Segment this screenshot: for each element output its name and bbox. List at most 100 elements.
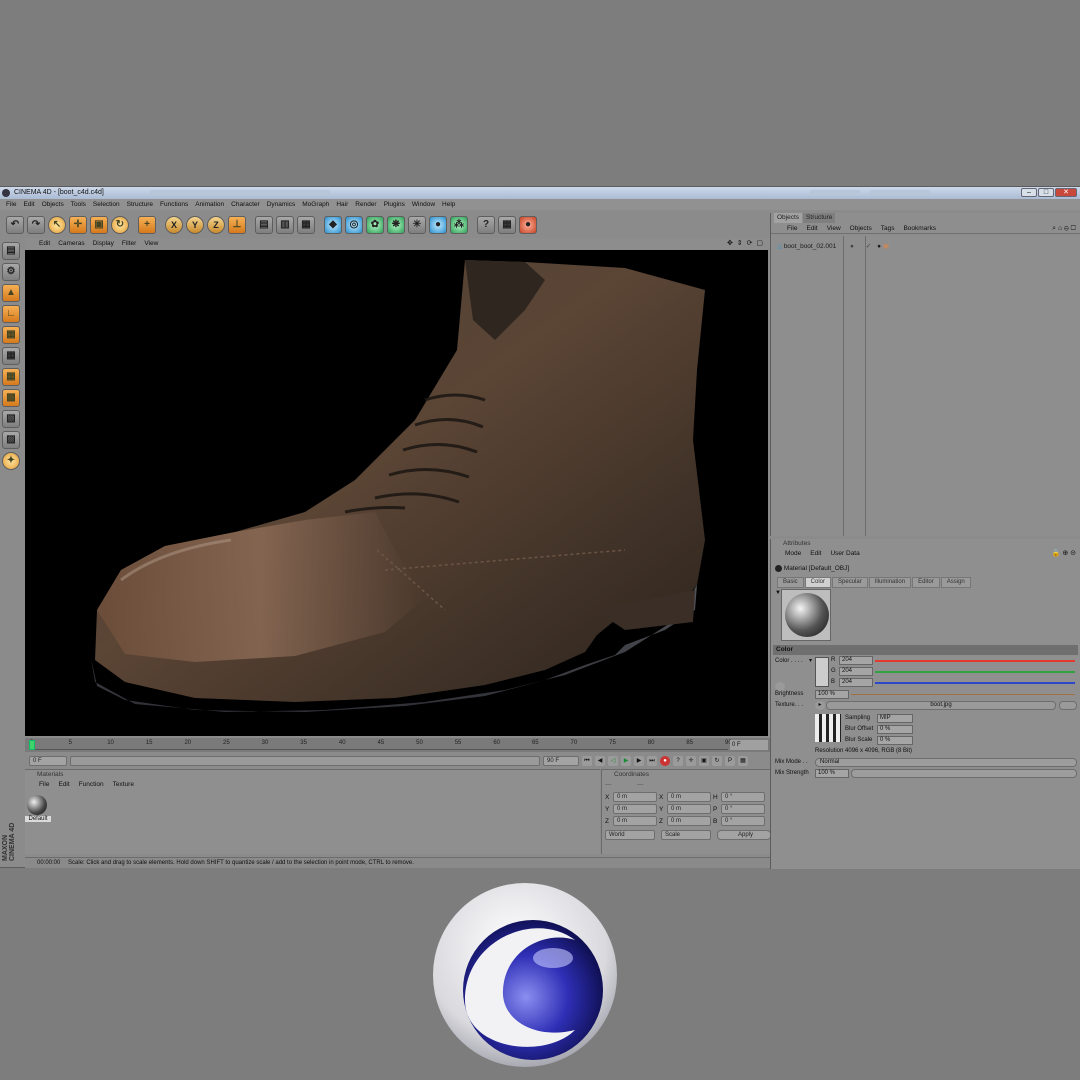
undo-icon[interactable]: ↶ [6,216,24,234]
menu-plugins[interactable]: Plugins [384,199,405,210]
brightness-field[interactable]: 100 % [815,690,849,699]
close-button[interactable]: ✕ [1055,188,1077,197]
preview-dropdown-icon[interactable]: ▼ [775,590,781,596]
sampling-dropdown[interactable]: MIP [877,714,913,723]
menu-mograph[interactable]: MoGraph [302,199,329,210]
rotation-h-field[interactable]: 0 ° [721,792,765,802]
green-field[interactable]: 204 [839,667,873,676]
menu-character[interactable]: Character [231,199,260,210]
menu-file[interactable]: File [6,199,16,210]
attributes-menu-mode[interactable]: Mode [785,549,801,559]
workplane-icon[interactable]: ▧ [2,410,20,428]
menu-help[interactable]: Help [442,199,455,210]
texture-mode-icon[interactable]: ▦ [2,347,20,365]
deformer-icon[interactable]: ❋ [387,216,405,234]
camera-icon[interactable]: ? [477,216,495,234]
play-icon[interactable]: ▶ [621,756,631,766]
material-tab-specular[interactable]: Specular [832,577,868,588]
objects-menu-view[interactable]: View [827,223,841,233]
z-axis-icon[interactable]: Z [207,216,225,234]
texture-dropdown-icon[interactable]: ▸ [815,701,825,710]
rotation-key-icon[interactable]: ↻ [712,756,722,766]
objects-menu-bookmarks[interactable]: Bookmarks [903,223,936,233]
world-dropdown[interactable]: World [605,830,655,840]
color-expand-icon[interactable]: ▾ [809,657,812,664]
attributes-tools-icons[interactable]: 🔒 ⊕ ⊝ [1052,549,1076,559]
objects-menu-edit[interactable]: Edit [806,223,817,233]
material-tab-color[interactable]: Color [804,577,832,588]
materials-menu-texture[interactable]: Texture [113,780,134,790]
materials-menu-file[interactable]: File [39,780,49,790]
attributes-menu-edit[interactable]: Edit [810,549,821,559]
size-z-field[interactable]: 0 m [667,816,711,826]
edges-mode-icon[interactable]: ∟ [2,305,20,323]
axis-mode-icon[interactable]: ▦ [2,368,20,386]
goto-end-icon[interactable]: ⏭ [647,756,657,766]
points-mode-icon[interactable]: ▲ [2,284,20,302]
x-axis-icon[interactable]: X [165,216,183,234]
menu-selection[interactable]: Selection [93,199,120,210]
snap-icon[interactable]: ▨ [2,431,20,449]
blur-scale-field[interactable]: 0 % [877,736,913,745]
light-icon[interactable]: ● [429,216,447,234]
menu-window[interactable]: Window [412,199,435,210]
sculpt-icon[interactable]: ✦ [2,452,20,470]
goto-start-icon[interactable]: ⏮ [582,756,592,766]
materials-menu-function[interactable]: Function [79,780,104,790]
material-tab-editor[interactable]: Editor [912,577,940,588]
maximize-button[interactable]: □ [1038,188,1054,197]
red-field[interactable]: 204 [839,656,873,665]
viewport-menu-edit[interactable]: Edit [39,238,50,249]
blue-slider[interactable] [875,682,1075,684]
model-mode-icon[interactable]: ▤ [2,242,20,260]
viewport-nav-icons[interactable]: ✥ ⇕ ⟳ ▢ [727,238,764,249]
object-mode-icon[interactable]: ⚙ [2,263,20,281]
mix-strength-field[interactable]: 100 % [815,769,849,778]
object-row[interactable]: △ boot_boot_02.001 ● ✓ ● ▣ [777,242,889,250]
viewport-menu-filter[interactable]: Filter [122,238,136,249]
menu-dynamics[interactable]: Dynamics [267,199,296,210]
autokey-icon[interactable]: ? [673,756,683,766]
size-y-field[interactable]: 0 m [667,804,711,814]
viewport-menu-cameras[interactable]: Cameras [58,238,84,249]
python-icon[interactable]: ▦ [498,216,516,234]
object-name[interactable]: boot_boot_02.001 [784,243,836,250]
nurbs-icon[interactable]: ◎ [345,216,363,234]
check-icon[interactable]: ✓ [866,243,871,250]
uvw-mode-icon[interactable]: ▩ [2,389,20,407]
apply-button[interactable]: Apply [717,830,771,840]
rotate-icon[interactable]: ↻ [111,216,129,234]
keyframe-selection-icon[interactable]: ✛ [686,756,696,766]
material-preview[interactable] [781,589,831,641]
add-icon[interactable]: + [138,216,156,234]
coordinate-system-icon[interactable]: ⊥ [228,216,246,234]
texture-browse-button[interactable] [1059,701,1077,710]
material-tab-basic[interactable]: Basic [777,577,804,588]
render-settings-icon[interactable]: ▦ [297,216,315,234]
texture-tag-icon[interactable]: ▣ [883,243,889,250]
timeline-ruler[interactable]: 051015202530354045505560657075808590 [30,740,732,750]
menu-structure[interactable]: Structure [127,199,153,210]
current-frame-field[interactable]: 0 F [730,740,768,750]
array-icon[interactable]: ✿ [366,216,384,234]
tab-structure[interactable]: Structure [803,213,836,223]
y-axis-icon[interactable]: Y [186,216,204,234]
rotation-b-field[interactable]: 0 ° [721,816,765,826]
color-swatch[interactable] [815,657,829,687]
record-icon[interactable]: ● [660,756,670,766]
material-tab-illumination[interactable]: Illumination [868,577,912,588]
position-x-field[interactable]: 0 m [613,792,657,802]
timeline-settings-icon[interactable]: ▦ [738,756,748,766]
timeline-playhead[interactable] [29,740,35,750]
render-picture-viewer-icon[interactable]: ▥ [276,216,294,234]
default-material-swatch[interactable] [27,795,47,815]
play-backward-icon[interactable]: ◁ [608,756,618,766]
polygons-mode-icon[interactable]: ▦ [2,326,20,344]
timeline-range-slider[interactable] [70,756,540,766]
visibility-dots-icon[interactable]: ● [850,243,854,250]
cube-icon[interactable]: ◆ [324,216,342,234]
blur-offset-field[interactable]: 0 % [877,725,913,734]
mix-mode-dropdown[interactable]: Normal [815,758,1077,767]
menu-tools[interactable]: Tools [71,199,86,210]
perspective-viewport[interactable] [25,250,768,736]
